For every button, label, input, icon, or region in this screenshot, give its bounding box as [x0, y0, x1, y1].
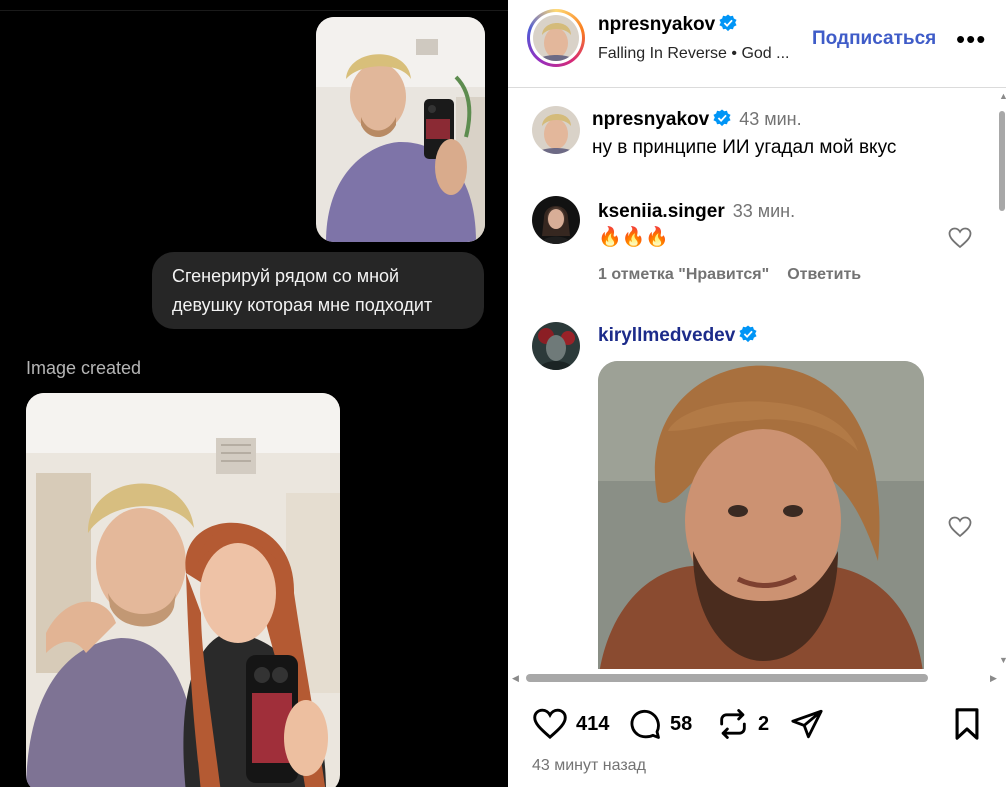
- instagram-post-panel: npresnyakov Falling In Reverse • God ...…: [508, 0, 1006, 787]
- chat-pane: Сгенерируй рядом со мной девушку которая…: [0, 0, 508, 787]
- comment-meta: 1 отметка "Нравится" Ответить: [598, 266, 861, 284]
- comment-icon: [630, 709, 660, 739]
- share-button[interactable]: [790, 706, 824, 742]
- reply-button[interactable]: Ответить: [787, 266, 861, 283]
- comment-likes-count[interactable]: 1 отметка "Нравится": [598, 266, 769, 283]
- comment-username[interactable]: npresnyakov 43 мин.: [592, 109, 802, 131]
- post-time-ago: 43 минут назад: [532, 757, 646, 774]
- more-options-icon[interactable]: •••: [956, 24, 986, 55]
- post-header: npresnyakov Falling In Reverse • God ...…: [508, 0, 1006, 88]
- repost-button[interactable]: 2: [716, 706, 769, 742]
- commenter-avatar[interactable]: [532, 106, 580, 154]
- commenter-avatar[interactable]: [532, 196, 580, 244]
- bookmark-icon: [955, 708, 979, 740]
- scroll-left-icon[interactable]: ◀: [512, 673, 519, 684]
- likes-count: 414: [576, 712, 610, 735]
- comment-time: 33 мин.: [732, 201, 796, 221]
- horizontal-scrollbar-thumb[interactable]: [526, 674, 928, 682]
- comment-gif-image[interactable]: [598, 361, 924, 669]
- comment-button[interactable]: 58: [628, 706, 692, 742]
- comment-like-heart-icon[interactable]: [948, 516, 972, 538]
- send-icon: [791, 709, 823, 739]
- generated-image[interactable]: [26, 393, 340, 787]
- comments-list: npresnyakov 43 мин. ну в принципе ИИ угад…: [508, 89, 998, 669]
- comment-text: 🔥🔥🔥: [598, 227, 669, 248]
- horizontal-scrollbar[interactable]: ◀ ▶: [508, 670, 1006, 686]
- comment-time: 43 мин.: [739, 109, 802, 129]
- author-username[interactable]: npresnyakov: [598, 14, 737, 36]
- vertical-scrollbar[interactable]: ▲ ▼: [998, 89, 1006, 669]
- scroll-down-icon[interactable]: ▼: [999, 655, 1006, 665]
- verified-badge-icon: [739, 325, 757, 343]
- verified-badge-icon: [719, 14, 737, 32]
- divider: [0, 10, 508, 11]
- verified-badge-icon: [713, 109, 731, 127]
- like-button[interactable]: 414: [532, 706, 609, 742]
- author-avatar[interactable]: [527, 9, 585, 67]
- comment-username[interactable]: kiryllmedvedev: [598, 325, 757, 347]
- user-message-bubble: Сгенерируй рядом со мной девушку которая…: [152, 252, 484, 329]
- commenter-avatar[interactable]: [532, 322, 580, 370]
- scroll-right-icon[interactable]: ▶: [990, 673, 997, 684]
- repost-icon: [720, 709, 746, 739]
- vertical-scrollbar-thumb[interactable]: [999, 111, 1005, 211]
- comment-text: ну в принципе ИИ угадал мой вкус: [592, 137, 897, 158]
- comment-like-heart-icon[interactable]: [948, 227, 972, 249]
- user-selfie-image[interactable]: [316, 17, 485, 242]
- post-actions: 414 58 2 43 минут назад: [508, 690, 1006, 787]
- save-button[interactable]: [952, 706, 982, 742]
- comments-count: 58: [670, 712, 693, 735]
- comment-username[interactable]: kseniia.singer 33 мин.: [598, 201, 795, 223]
- heart-icon: [533, 708, 567, 740]
- scroll-up-icon[interactable]: ▲: [999, 91, 1006, 101]
- image-created-label: Image created: [26, 358, 142, 378]
- audio-subtitle[interactable]: Falling In Reverse • God ...: [598, 45, 789, 63]
- reposts-count: 2: [758, 712, 770, 735]
- follow-button[interactable]: Подписаться: [812, 28, 936, 50]
